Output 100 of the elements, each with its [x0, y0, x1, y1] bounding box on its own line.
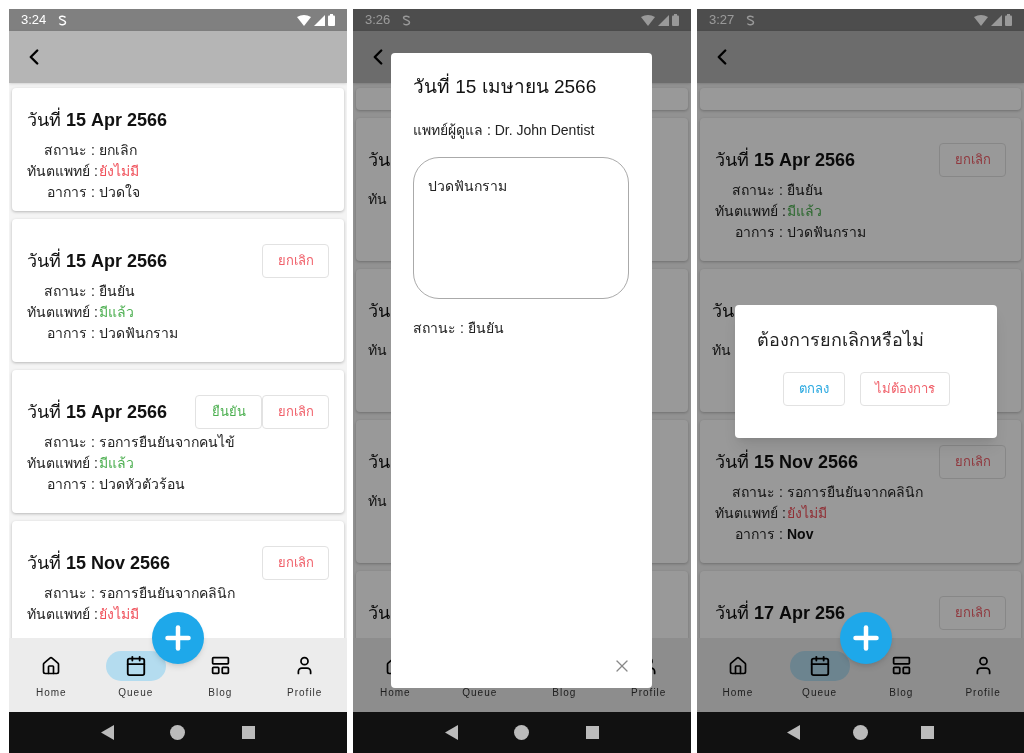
nav-label: Home	[379, 685, 411, 700]
field-value: ยืนยัน	[787, 181, 824, 200]
cancel-button[interactable]: ยกเลิก	[262, 395, 329, 429]
dialog-question: ต้องการยกเลิกหรือไม่	[757, 329, 925, 352]
nav-tab[interactable]: Profile	[942, 650, 1024, 700]
field-label: ทัน	[368, 191, 387, 207]
modal-title: วันที่ 15 เมษายน 2566	[413, 73, 630, 102]
field-value: ปวดหัวตัวร้อน	[99, 475, 186, 494]
nav-tab[interactable]: Profile	[262, 650, 347, 700]
field-label: ทันตแพทย์ :	[27, 303, 95, 322]
home-circle-icon[interactable]	[170, 725, 186, 740]
field-label: อาการ :	[734, 223, 783, 242]
field-value: ปวดฟันกราม	[787, 223, 867, 242]
field-label: อาการ :	[46, 475, 95, 494]
ok-button[interactable]: ตกลง	[782, 372, 845, 406]
card-title: วันที่ 15 Apr 2566	[715, 146, 856, 172]
signal-icon	[658, 14, 669, 26]
nav-label: Blog	[208, 685, 233, 700]
card-title: วันที่ 15 Apr 2566	[27, 106, 168, 132]
card-title: วัน	[368, 148, 390, 172]
battery-icon	[328, 14, 335, 26]
nav-label: Profile	[965, 685, 1001, 700]
nav-label: Blog	[552, 685, 577, 700]
cancel-button[interactable]: ยกเลิก	[262, 546, 329, 580]
field-label: สถานะ :	[731, 181, 783, 200]
nav-tab[interactable]: Home	[697, 650, 779, 700]
nav-label: Queue	[802, 685, 838, 700]
card-title: วันที่ 15 Nov 2566	[715, 448, 859, 474]
field-label: สถานะ :	[731, 483, 783, 502]
field-value: Nov	[787, 525, 815, 544]
nav-tab[interactable]: Blog	[860, 650, 943, 700]
field-label: ทันตแพทย์ :	[27, 454, 95, 473]
nav-tab[interactable]: Home	[9, 650, 94, 700]
field-label: อาการ :	[46, 324, 95, 343]
nav-label: Queue	[462, 685, 498, 700]
layout-icon	[209, 655, 231, 676]
cancel-button[interactable]: ยกเลิก	[939, 445, 1006, 479]
home-circle-icon[interactable]	[853, 725, 868, 740]
notification-icon	[402, 14, 412, 26]
field-value: ยังไม่มี	[99, 605, 140, 624]
field-value: รอการยืนยันจากคลินิก	[99, 584, 236, 603]
notification-icon	[746, 14, 756, 26]
back-triangle-icon[interactable]	[101, 725, 115, 740]
card-title: วันที่ 17 Apr 256	[715, 599, 846, 625]
field-value: มีแล้ว	[99, 303, 135, 322]
field-label: ทัน	[368, 493, 387, 509]
card-title: วันที่ 15 Apr 2566	[27, 247, 168, 273]
card-title: วันที่ 15 Nov 2566	[27, 549, 171, 575]
wifi-icon	[641, 14, 655, 26]
nav-label: Profile	[287, 685, 323, 700]
field-label: สถานะ :	[43, 584, 95, 603]
nav-tab[interactable]: Queue	[93, 650, 178, 700]
nav-tab[interactable]: Queue	[778, 650, 861, 700]
confirm-button[interactable]: ยืนยัน	[195, 395, 262, 429]
signal-icon	[991, 14, 1002, 26]
symptom-field[interactable]: ปวดฟันกราม	[413, 156, 629, 299]
status-time: 3:27	[709, 11, 735, 30]
field-label: ทัน	[368, 342, 387, 358]
cancel-button[interactable]: ยกเลิก	[939, 143, 1006, 177]
field-label: ทันตแพทย์ :	[27, 605, 95, 624]
status-time: 3:26	[365, 11, 391, 30]
cancel-button[interactable]: ไม่ต้องการ	[859, 372, 950, 406]
field-label: สถานะ :	[43, 433, 95, 452]
card-title: วัน	[368, 299, 390, 323]
wifi-icon	[974, 14, 988, 26]
field-value: มีแล้ว	[787, 202, 823, 221]
doctor-text: แพทย์ผู้ดูแล : Dr. John Dentist	[413, 120, 596, 141]
calendar-icon	[124, 654, 147, 677]
back-triangle-icon[interactable]	[445, 725, 459, 740]
field-label: ทันตแพทย์ :	[27, 162, 95, 181]
field-value: ปวดใจ	[99, 183, 141, 202]
field-value: รอการยืนยันจากคนไข้	[99, 433, 236, 452]
home-circle-icon[interactable]	[514, 725, 530, 740]
field-value: ปวดฟันกราม	[99, 324, 179, 343]
field-label: ทัน	[712, 342, 731, 358]
field-value: ยืนยัน	[99, 282, 136, 301]
nav-label: Profile	[631, 685, 667, 700]
card-title: วัน	[712, 299, 734, 323]
nav-label: Home	[35, 685, 67, 700]
field-label: อาการ :	[734, 525, 783, 544]
recents-square-icon[interactable]	[920, 726, 934, 739]
recents-square-icon[interactable]	[241, 726, 255, 739]
nav-label: Home	[722, 685, 754, 700]
recents-square-icon[interactable]	[585, 726, 599, 739]
battery-icon	[1005, 14, 1012, 26]
field-value: รอการยืนยันจากคลินิก	[787, 483, 924, 502]
field-label: ทันตแพทย์ :	[715, 504, 783, 523]
notification-icon	[58, 14, 68, 26]
cancel-button[interactable]: ยกเลิก	[939, 596, 1006, 630]
field-label: สถานะ :	[43, 141, 95, 160]
nav-label: Blog	[889, 685, 914, 700]
card-title: วัน	[368, 450, 390, 474]
back-triangle-icon[interactable]	[787, 725, 801, 740]
cancel-button[interactable]: ยกเลิก	[262, 244, 329, 278]
field-value: ยังไม่มี	[99, 162, 140, 181]
card-title: วันที่ 15 Apr 2566	[27, 398, 168, 424]
status-text: สถานะ : ยืนยัน	[413, 318, 505, 338]
wifi-icon	[297, 14, 311, 26]
card-title: วัน	[368, 601, 390, 625]
nav-tab[interactable]: Blog	[178, 650, 263, 700]
